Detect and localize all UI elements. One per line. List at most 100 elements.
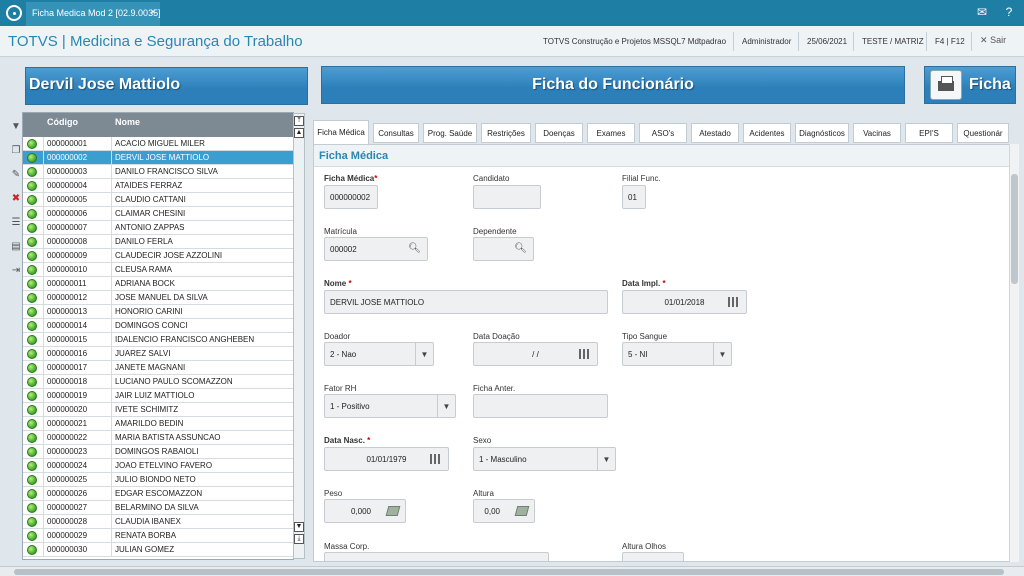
mail-icon[interactable]: ✉: [975, 5, 989, 19]
window-tab[interactable]: Ficha Medica Mod 2 [02.9.0035] ×: [26, 2, 161, 26]
candidato-field[interactable]: [473, 185, 541, 209]
calculator-icon[interactable]: [385, 506, 401, 516]
calendar-icon[interactable]: [579, 349, 591, 359]
data-nasc-field[interactable]: 01/01/1979: [324, 447, 449, 471]
exit-button[interactable]: ✕ Sair: [980, 35, 1006, 46]
tab-9[interactable]: Diagnósticos: [795, 123, 849, 143]
list-item[interactable]: 000000013 HONORIO CARINI: [23, 305, 293, 319]
column-header-nome[interactable]: Nome: [115, 117, 140, 127]
list-item[interactable]: 000000004 ATAIDES FERRAZ: [23, 179, 293, 193]
help-icon[interactable]: ?: [1002, 5, 1016, 19]
calendar-icon[interactable]: [430, 454, 442, 464]
chevron-down-icon[interactable]: ▼: [597, 448, 615, 470]
ficha-anter-field[interactable]: [473, 394, 608, 418]
dependente-field[interactable]: 🔍︎: [473, 237, 534, 261]
scroll-bottom-button[interactable]: ⤓: [294, 534, 304, 544]
document-icon[interactable]: ▤: [9, 240, 23, 254]
tab-3[interactable]: Restrições: [481, 123, 531, 143]
list-item[interactable]: 000000016 JUAREZ SALVI: [23, 347, 293, 361]
tab-8[interactable]: Acidentes: [743, 123, 791, 143]
massa-corp-field[interactable]: [324, 552, 549, 561]
tab-7[interactable]: Atestado: [691, 123, 739, 143]
scroll-down-button[interactable]: ▼: [294, 522, 304, 532]
filter-icon[interactable]: ▼: [9, 120, 23, 134]
list-item[interactable]: 000000001 ACACIO MIGUEL MILER: [23, 137, 293, 151]
close-tab-icon[interactable]: ×: [150, 7, 156, 18]
data-doacao-field[interactable]: / /: [473, 342, 598, 366]
list-item[interactable]: 000000002 DERVIL JOSE MATTIOLO: [23, 151, 293, 165]
matricula-field[interactable]: 000002 🔍︎: [324, 237, 428, 261]
altura-field[interactable]: 0,00: [473, 499, 535, 523]
list-item[interactable]: 000000025 JULIO BIONDO NETO: [23, 473, 293, 487]
tab-2[interactable]: Prog. Saúde: [423, 123, 477, 143]
tab-10[interactable]: Vacinas: [853, 123, 901, 143]
list-item[interactable]: 000000022 MARIA BATISTA ASSUNCAO: [23, 431, 293, 445]
list-item[interactable]: 000000007 ANTONIO ZAPPAS: [23, 221, 293, 235]
horizontal-scrollbar[interactable]: [0, 566, 1024, 576]
tab-5[interactable]: Exames: [587, 123, 635, 143]
row-code: 000000013: [47, 307, 88, 316]
peso-field[interactable]: 0,000: [324, 499, 406, 523]
form-scrollbar-thumb[interactable]: [1011, 174, 1018, 284]
tab-0[interactable]: Ficha Médica: [313, 120, 369, 144]
report-icon[interactable]: ☰: [9, 216, 23, 230]
tab-12[interactable]: Questionár: [957, 123, 1009, 143]
list-item[interactable]: 000000019 JAIR LUIZ MATTIOLO: [23, 389, 293, 403]
calculator-icon[interactable]: [514, 506, 530, 516]
status-green-icon: [27, 489, 37, 499]
sexo-select[interactable]: 1 - Masculino ▼: [473, 447, 616, 471]
exit-door-icon[interactable]: ⇥: [9, 264, 23, 278]
list-item[interactable]: 000000014 DOMINGOS CONCI: [23, 319, 293, 333]
tab-4[interactable]: Doenças: [535, 123, 583, 143]
tab-11[interactable]: EPI'S: [905, 123, 953, 143]
list-item[interactable]: 000000003 DANILO FRANCISCO SILVA: [23, 165, 293, 179]
edit-icon[interactable]: ✎: [9, 168, 23, 182]
tab-6[interactable]: ASO's: [639, 123, 687, 143]
list-item[interactable]: 000000011 ADRIANA BOCK: [23, 277, 293, 291]
nome-field[interactable]: DERVIL JOSE MATTIOLO: [324, 290, 608, 314]
chevron-down-icon[interactable]: ▼: [713, 343, 731, 365]
list-item[interactable]: 000000006 CLAIMAR CHESINI: [23, 207, 293, 221]
list-item[interactable]: 000000012 JOSE MANUEL DA SILVA: [23, 291, 293, 305]
delete-icon[interactable]: ✖: [9, 192, 23, 206]
search-icon[interactable]: 🔍︎: [408, 243, 421, 254]
doador-select[interactable]: 2 - Nao ▼: [324, 342, 434, 366]
list-item[interactable]: 000000030 JULIAN GOMEZ: [23, 543, 293, 557]
list-item[interactable]: 000000029 RENATA BORBA: [23, 529, 293, 543]
list-item[interactable]: 000000020 IVETE SCHIMITZ: [23, 403, 293, 417]
list-item[interactable]: 000000005 CLAUDIO CATTANI: [23, 193, 293, 207]
ficha-medica-field[interactable]: 000000002: [324, 185, 378, 209]
chevron-down-icon[interactable]: ▼: [437, 395, 455, 417]
form-scrollbar[interactable]: [1009, 144, 1019, 562]
list-item[interactable]: 000000024 JOAO ETELVINO FAVERO: [23, 459, 293, 473]
data-impl-field[interactable]: 01/01/2018: [622, 290, 747, 314]
list-item[interactable]: 000000015 IDALENCIO FRANCISCO ANGHEBEN: [23, 333, 293, 347]
list-item[interactable]: 000000027 BELARMINO DA SILVA: [23, 501, 293, 515]
altura-olhos-field[interactable]: [622, 552, 684, 561]
list-item[interactable]: 000000009 CLAUDECIR JOSE AZZOLINI: [23, 249, 293, 263]
search-icon[interactable]: 🔍︎: [514, 243, 527, 254]
chevron-down-icon[interactable]: ▼: [415, 343, 433, 365]
calendar-icon[interactable]: [728, 297, 740, 307]
list-item[interactable]: 000000018 LUCIANO PAULO SCOMAZZON: [23, 375, 293, 389]
list-item[interactable]: 000000010 CLEUSA RAMA: [23, 263, 293, 277]
fator-rh-select[interactable]: 1 - Positivo ▼: [324, 394, 456, 418]
list-item[interactable]: 000000021 AMARILDO BEDIN: [23, 417, 293, 431]
column-header-codigo[interactable]: Código: [47, 117, 78, 127]
list-item[interactable]: 000000017 JANETE MAGNANI: [23, 361, 293, 375]
list-item[interactable]: 000000008 DANILO FERLA: [23, 235, 293, 249]
list-scrollbar[interactable]: ⤒ ▲ ▼ ⤓: [293, 113, 305, 559]
horizontal-scrollbar-thumb[interactable]: [14, 569, 1004, 575]
tab-1[interactable]: Consultas: [373, 123, 419, 143]
row-code: 000000011: [47, 279, 87, 288]
list-item[interactable]: 000000026 EDGAR ESCOMAZZON: [23, 487, 293, 501]
list-item[interactable]: 000000023 DOMINGOS RABAIOLI: [23, 445, 293, 459]
scroll-top-button[interactable]: ⤒: [294, 116, 304, 126]
tipo-sangue-select[interactable]: 5 - NI ▼: [622, 342, 732, 366]
copy-icon[interactable]: ❐: [9, 144, 23, 158]
list-item[interactable]: 000000028 CLAUDIA IBANEX: [23, 515, 293, 529]
printer-icon[interactable]: [930, 70, 962, 100]
filial-func-field[interactable]: 01: [622, 185, 646, 209]
shortcut-keys[interactable]: F4 | F12: [935, 37, 965, 46]
scroll-up-button[interactable]: ▲: [294, 128, 304, 138]
